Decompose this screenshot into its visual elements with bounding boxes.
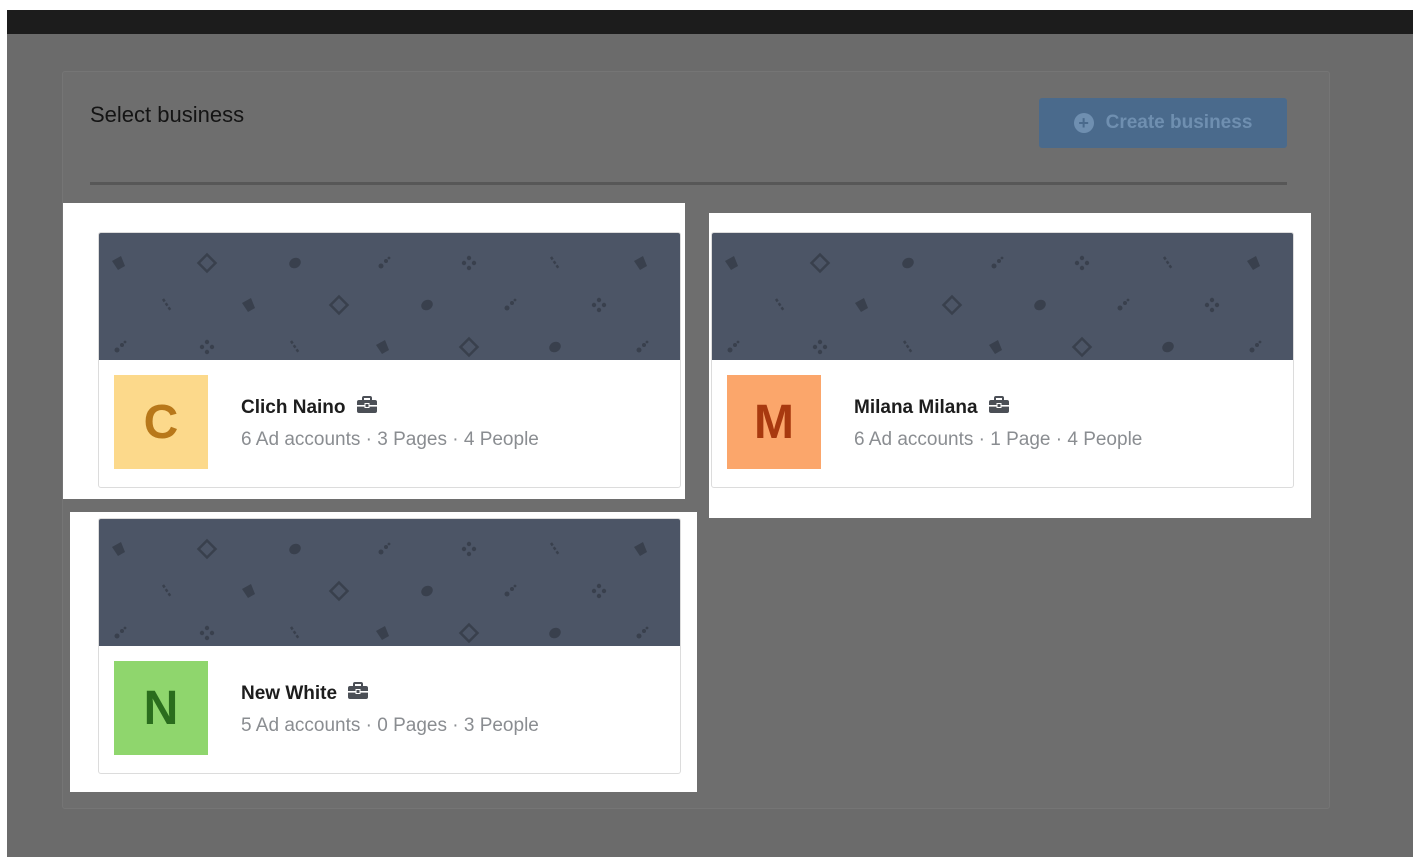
business-card[interactable]: C Clich Naino 6 Ad accounts · 3 Pages · … [98,232,681,488]
avatar-initial: M [754,395,794,449]
header-divider [90,182,1287,185]
top-bar [7,10,1413,34]
create-business-label: Create business [1105,112,1253,133]
plus-circle-icon: + [1073,113,1094,133]
business-card[interactable]: M Milana Milana 6 Ad accounts · 1 Page ·… [711,232,1294,488]
avatar-initial: C [143,395,179,449]
avatar-initial: N [143,681,179,735]
briefcase-icon [988,396,1010,420]
business-card[interactable]: N New White 5 Ad accounts · 0 Pages · 3 … [98,518,681,774]
business-meta: 6 Ad accounts · 3 Pages · 4 People [241,429,539,450]
business-avatar: C [114,375,208,469]
card-cover [712,233,1293,360]
briefcase-icon [347,682,369,706]
business-name: Clich Naino [241,397,346,418]
card-cover [99,519,680,646]
business-meta: 6 Ad accounts · 1 Page · 4 People [854,429,1143,450]
business-avatar: M [727,375,821,469]
business-name: Milana Milana [854,397,978,418]
business-meta: 5 Ad accounts · 0 Pages · 3 People [241,715,539,736]
business-avatar: N [114,661,208,755]
briefcase-icon [356,396,378,420]
card-cover [99,233,680,360]
business-name: New White [241,683,338,704]
create-business-button[interactable]: + Create business [1039,98,1287,148]
page-title: Select business [90,102,245,127]
